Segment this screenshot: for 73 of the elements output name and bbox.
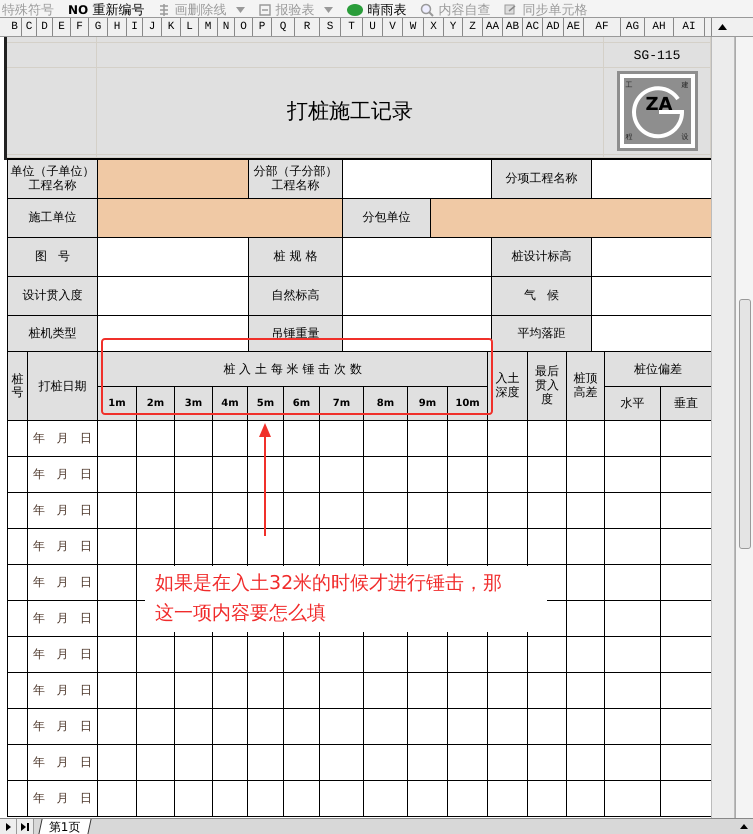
- column-header: 垂直: [660, 386, 711, 420]
- column-header: 桩位偏差: [604, 352, 711, 386]
- column-header[interactable]: K: [162, 18, 181, 36]
- column-header: 入土深度: [488, 352, 528, 420]
- field-label: 分项工程名称: [492, 160, 591, 198]
- column-header: 桩 入 土 每 米 锤 击 次 数: [98, 352, 488, 386]
- table-cell[interactable]: 年 月 日: [28, 744, 98, 780]
- column-header: 桩顶高差: [566, 352, 605, 420]
- column-header[interactable]: O: [235, 18, 253, 36]
- column-header[interactable]: E: [53, 18, 71, 36]
- column-header[interactable]: J: [143, 18, 162, 36]
- column-header[interactable]: L: [181, 18, 199, 36]
- column-header: 最后贯入度: [528, 352, 567, 420]
- column-header[interactable]: I: [127, 18, 143, 36]
- form-title: 打桩施工记录: [97, 68, 604, 155]
- column-header[interactable]: F: [71, 18, 89, 36]
- column-header[interactable]: Q: [272, 18, 295, 36]
- table-cell[interactable]: 年 月 日: [28, 780, 98, 816]
- field-label: 设计贯入度: [8, 277, 97, 315]
- column-header[interactable]: U: [363, 18, 383, 36]
- column-header[interactable]: AH: [645, 18, 674, 36]
- field-label: 桩机类型: [8, 316, 97, 351]
- column-header[interactable]: T: [341, 18, 363, 36]
- column-header[interactable]: AF: [584, 18, 621, 36]
- column-header[interactable]: AG: [621, 18, 645, 36]
- column-header[interactable]: H: [108, 18, 127, 36]
- field-label: 分部（子分部）工程名称: [249, 160, 342, 198]
- column-header[interactable]: V: [383, 18, 403, 36]
- column-header[interactable]: Z: [463, 18, 483, 36]
- column-header[interactable]: Y: [444, 18, 463, 36]
- column-header[interactable]: AC: [523, 18, 543, 36]
- column-header[interactable]: G: [89, 18, 108, 36]
- column-header[interactable]: AB: [503, 18, 523, 36]
- field-label: 桩设计标高: [492, 238, 591, 276]
- toolbar-button[interactable]: 晴雨表: [347, 1, 406, 17]
- field-label: 平均落距: [492, 316, 591, 351]
- toolbar-button[interactable]: NO 重新编号: [68, 1, 144, 17]
- field-label: 图 号: [8, 238, 97, 276]
- table-cell[interactable]: 年 月 日: [28, 672, 98, 708]
- field-label: 桩 规 格: [249, 238, 342, 276]
- column-header: 水平: [604, 386, 661, 420]
- table-cell[interactable]: 年 月 日: [28, 420, 98, 456]
- table-cell[interactable]: 年 月 日: [28, 636, 98, 672]
- column-header[interactable]: M: [199, 18, 218, 36]
- field-label: 分包单位: [343, 199, 430, 237]
- column-header[interactable]: AD: [543, 18, 564, 36]
- column-header[interactable]: AE: [564, 18, 584, 36]
- field-label: 吊锤重量: [249, 316, 342, 351]
- column-header[interactable]: C: [22, 18, 37, 36]
- table-cell[interactable]: 年 月 日: [28, 528, 98, 564]
- table-cell[interactable]: 年 月 日: [28, 564, 98, 600]
- column-header[interactable]: R: [295, 18, 320, 36]
- column-header[interactable]: AA: [483, 18, 503, 36]
- column-header[interactable]: W: [403, 18, 424, 36]
- table-cell[interactable]: 年 月 日: [28, 600, 98, 636]
- column-header[interactable]: S: [320, 18, 341, 36]
- column-header[interactable]: AI: [674, 18, 705, 36]
- column-header[interactable]: B: [8, 18, 22, 36]
- column-header[interactable]: N: [218, 18, 235, 36]
- table-cell[interactable]: 年 月 日: [28, 708, 98, 744]
- field-label: 施工单位: [8, 199, 97, 237]
- field-label: 单位（子单位）工程名称: [8, 160, 97, 198]
- column-header: 桩号: [8, 352, 28, 420]
- field-label: 气 候: [492, 277, 591, 315]
- column-header[interactable]: D: [37, 18, 53, 36]
- column-header[interactable]: X: [424, 18, 444, 36]
- column-header: 打桩日期: [28, 352, 98, 420]
- column-header[interactable]: P: [253, 18, 272, 36]
- table-cell[interactable]: 年 月 日: [28, 456, 98, 492]
- sheet-tab[interactable]: 第1页: [38, 819, 92, 834]
- annotation-tooltip: 如果是在入土32米的时候才进行锤击，那这一项内容要怎么填: [145, 566, 547, 632]
- field-label: 自然标高: [249, 277, 342, 315]
- table-cell[interactable]: 年 月 日: [28, 492, 98, 528]
